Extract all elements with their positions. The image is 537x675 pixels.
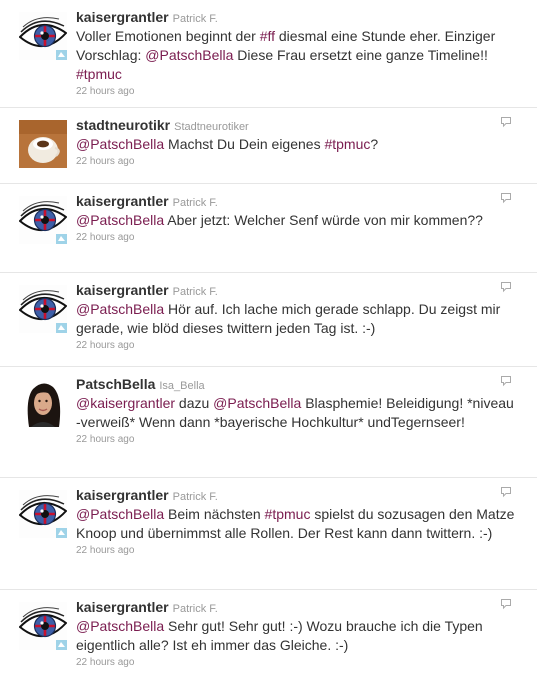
avatar-eye[interactable] [19, 490, 67, 538]
screen-name-link[interactable]: kaisergrantler [76, 599, 169, 615]
reply-icon[interactable] [499, 597, 513, 611]
tweet-text-segment: Machst Du Dein eigenes [164, 136, 325, 152]
tweet-content: PatschBella Isa_Bella @kaisergrantler daz… [76, 375, 517, 446]
tweet-entity-link[interactable]: @PatschBella [76, 212, 164, 228]
tweet-entity-link[interactable]: #tpmuc [76, 66, 122, 82]
timestamp-link[interactable]: 22 hours ago [76, 544, 517, 557]
tweet-text: @PatschBella Hör auf. Ich lache mich ger… [76, 300, 517, 338]
full-name: Patrick F. [172, 13, 218, 25]
tweet-entity-link[interactable]: @PatschBella [145, 47, 233, 63]
avatar-eye[interactable] [19, 12, 67, 60]
timestamp-link[interactable]: 22 hours ago [76, 155, 517, 168]
tweet-item[interactable]: kaisergrantler Patrick F. Voller Emotione… [0, 0, 537, 108]
tweet-entity-link[interactable]: @PatschBella [76, 136, 164, 152]
timestamp-link[interactable]: 22 hours ago [76, 85, 517, 98]
tweet-content: kaisergrantler Patrick F. @PatschBella Hö… [76, 281, 517, 352]
screen-name-link[interactable]: kaisergrantler [76, 193, 169, 209]
tweet-text: @PatschBella Machst Du Dein eigenes #tpm… [76, 135, 517, 154]
tweet-entity-link[interactable]: #ff [260, 28, 275, 44]
full-name: Patrick F. [172, 197, 218, 209]
avatar-eye[interactable] [19, 602, 67, 650]
tweet-header: kaisergrantler Patrick F. [76, 486, 517, 505]
reply-icon[interactable] [499, 485, 513, 499]
tweet-entity-link[interactable]: #tpmuc [324, 136, 370, 152]
tweet-content: kaisergrantler Patrick F. @PatschBella Be… [76, 486, 517, 557]
avatar-woman[interactable] [19, 379, 67, 427]
tweet-item[interactable]: kaisergrantler Patrick F. @PatschBella Hö… [0, 273, 537, 367]
tweet-item[interactable]: stadtneurotikr Stadtneurotiker @PatschBel… [0, 108, 537, 184]
full-name: Isa_Bella [159, 380, 205, 392]
tweet-text-segment: Voller Emotionen beginnt der [76, 28, 260, 44]
screen-name-link[interactable]: kaisergrantler [76, 487, 169, 503]
full-name: Patrick F. [172, 491, 218, 503]
screen-name-link[interactable]: PatschBella [76, 376, 155, 392]
tweet-text-segment: dazu [175, 395, 214, 411]
reply-icon[interactable] [499, 191, 513, 205]
full-name: Patrick F. [172, 286, 218, 298]
full-name: Stadtneurotiker [174, 121, 249, 133]
timestamp-link[interactable]: 22 hours ago [76, 656, 517, 669]
tweet-entity-link[interactable]: @PatschBella [76, 506, 164, 522]
tweet-header: kaisergrantler Patrick F. [76, 598, 517, 617]
tweet-entity-link[interactable]: @kaisergrantler [76, 395, 175, 411]
screen-name-link[interactable]: kaisergrantler [76, 282, 169, 298]
tweet-entity-link[interactable]: @PatschBella [76, 618, 164, 634]
screen-name-link[interactable]: stadtneurotikr [76, 117, 170, 133]
tweet-text: @PatschBella Sehr gut! Sehr gut! :-) Woz… [76, 617, 517, 655]
tweet-text: @kaisergrantler dazu @PatschBella Blasph… [76, 394, 517, 432]
tweet-text: Voller Emotionen beginnt der #ff diesmal… [76, 27, 517, 84]
tweet-item[interactable]: kaisergrantler Patrick F. @PatschBella Ab… [0, 184, 537, 273]
reply-icon[interactable] [499, 115, 513, 129]
timestamp-link[interactable]: 22 hours ago [76, 231, 517, 244]
tweet-header: PatschBella Isa_Bella [76, 375, 517, 394]
reply-icon[interactable] [499, 280, 513, 294]
avatar-cup[interactable] [19, 120, 67, 168]
tweet-text-segment: Aber jetzt: Welcher Senf würde von mir k… [164, 212, 483, 228]
timestamp-link[interactable]: 22 hours ago [76, 339, 517, 352]
screen-name-link[interactable]: kaisergrantler [76, 9, 169, 25]
tweet-item[interactable]: PatschBella Isa_Bella @kaisergrantler daz… [0, 367, 537, 478]
tweet-header: stadtneurotikr Stadtneurotiker [76, 116, 517, 135]
tweet-header: kaisergrantler Patrick F. [76, 281, 517, 300]
tweet-text-segment: ? [370, 136, 379, 152]
tweet-header: kaisergrantler Patrick F. [76, 8, 517, 27]
tweet-header: kaisergrantler Patrick F. [76, 192, 517, 211]
tweet-content: kaisergrantler Patrick F. @PatschBella Ab… [76, 192, 517, 244]
avatar-eye[interactable] [19, 196, 67, 244]
tweet-timeline: kaisergrantler Patrick F. Voller Emotione… [0, 0, 537, 675]
reply-icon[interactable] [499, 374, 513, 388]
tweet-entity-link[interactable]: @PatschBella [76, 301, 164, 317]
tweet-text-segment: Diese Frau ersetzt eine ganze Timeline!! [233, 47, 488, 63]
tweet-entity-link[interactable]: @PatschBella [213, 395, 301, 411]
tweet-content: kaisergrantler Patrick F. @PatschBella Se… [76, 598, 517, 669]
tweet-text-segment: Beim nächsten [164, 506, 265, 522]
tweet-item[interactable]: kaisergrantler Patrick F. @PatschBella Se… [0, 590, 537, 675]
tweet-item[interactable]: kaisergrantler Patrick F. @PatschBella Be… [0, 478, 537, 590]
tweet-content: kaisergrantler Patrick F. Voller Emotione… [76, 8, 517, 98]
tweet-entity-link[interactable]: #tpmuc [265, 506, 311, 522]
timestamp-link[interactable]: 22 hours ago [76, 433, 517, 446]
tweet-text: @PatschBella Aber jetzt: Welcher Senf wü… [76, 211, 517, 230]
tweet-text: @PatschBella Beim nächsten #tpmuc spiels… [76, 505, 517, 543]
tweet-content: stadtneurotikr Stadtneurotiker @PatschBel… [76, 116, 517, 168]
avatar-eye[interactable] [19, 285, 67, 333]
full-name: Patrick F. [172, 603, 218, 615]
